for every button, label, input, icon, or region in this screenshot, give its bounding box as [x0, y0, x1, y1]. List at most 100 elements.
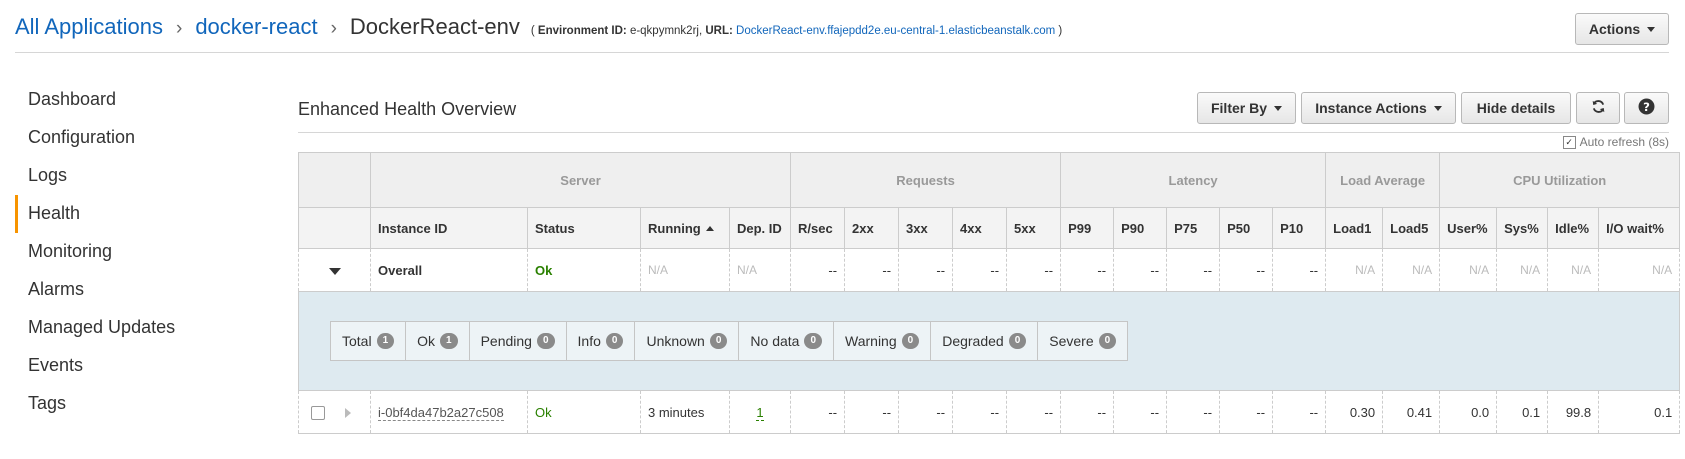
column-header-5xx[interactable]: 5xx	[1006, 207, 1062, 249]
count-degraded-label: Degraded	[942, 333, 1004, 349]
chevron-right-icon: ›	[175, 18, 183, 39]
sidebar-item-managed-updates[interactable]: Managed Updates	[15, 309, 175, 347]
instance-controls	[298, 390, 371, 434]
instance-p90: --	[1113, 390, 1168, 434]
column-header-status[interactable]: Status	[527, 207, 641, 249]
column-header-idle-pct[interactable]: Idle%	[1547, 207, 1600, 249]
column-header-dep-id[interactable]: Dep. ID	[728, 207, 792, 249]
group-header-spacer	[298, 152, 371, 208]
instance-dep-id-link[interactable]: 1	[756, 404, 764, 421]
count-pending[interactable]: Pending 0	[470, 322, 567, 360]
sidebar-item-events[interactable]: Events	[15, 347, 175, 385]
column-header-load1[interactable]: Load1	[1325, 207, 1384, 249]
refresh-button[interactable]	[1576, 92, 1620, 124]
expand-row-icon[interactable]	[344, 407, 351, 418]
instance-id-cell: i-0bf4da47b2a27c508	[370, 390, 528, 434]
instance-sys-pct: 0.1	[1496, 390, 1549, 434]
auto-refresh-checkbox[interactable]: ✓	[1562, 135, 1576, 149]
column-header-load5[interactable]: Load5	[1382, 207, 1441, 249]
overall-p10: --	[1272, 248, 1327, 292]
sidebar-item-health[interactable]: Health	[15, 195, 175, 233]
column-header-sys-pct[interactable]: Sys%	[1496, 207, 1549, 249]
instance-actions-button[interactable]: Instance Actions	[1301, 92, 1456, 124]
count-ok[interactable]: Ok 1	[406, 322, 470, 360]
count-info-label: Info	[577, 333, 601, 349]
count-severe[interactable]: Severe 0	[1038, 322, 1127, 360]
sort-ascending-icon	[705, 225, 714, 231]
overall-load5: N/A	[1382, 248, 1441, 292]
column-header-spacer	[298, 207, 371, 249]
caret-down-icon	[1274, 105, 1282, 111]
auto-refresh-toggle[interactable]: ✓ Auto refresh (8s)	[1562, 135, 1669, 149]
column-header-row: Instance ID Status Running Dep. ID R/sec…	[298, 207, 1681, 249]
filter-by-button[interactable]: Filter By	[1197, 92, 1296, 124]
sidebar-item-tags[interactable]: Tags	[15, 385, 175, 423]
overall-5xx: --	[1006, 248, 1062, 292]
count-warning-label: Warning	[845, 333, 897, 349]
count-warning-badge: 0	[901, 333, 920, 349]
column-header-2xx[interactable]: 2xx	[844, 207, 900, 249]
count-total-label: Total	[342, 333, 372, 349]
column-header-rsec[interactable]: R/sec	[790, 207, 846, 249]
column-header-running[interactable]: Running	[640, 207, 730, 249]
instance-rsec: --	[790, 390, 846, 434]
group-header-load-average: Load Average	[1325, 152, 1441, 208]
instance-2xx: --	[844, 390, 900, 434]
column-header-p75[interactable]: P75	[1166, 207, 1221, 249]
column-header-instance-id[interactable]: Instance ID	[370, 207, 528, 249]
instance-id-link[interactable]: i-0bf4da47b2a27c508	[378, 404, 504, 421]
column-header-3xx[interactable]: 3xx	[898, 207, 954, 249]
env-id-label: Environment ID:	[537, 25, 627, 37]
column-header-p99[interactable]: P99	[1060, 207, 1115, 249]
count-no-data[interactable]: No data 0	[739, 322, 835, 360]
sidebar-item-monitoring[interactable]: Monitoring	[15, 233, 175, 271]
overall-expand-toggle[interactable]	[298, 248, 371, 292]
column-header-p90[interactable]: P90	[1113, 207, 1168, 249]
overall-p99: --	[1060, 248, 1115, 292]
instance-5xx: --	[1006, 390, 1062, 434]
instance-p10: --	[1272, 390, 1327, 434]
hide-details-button[interactable]: Hide details	[1461, 92, 1571, 124]
column-header-user-pct[interactable]: User%	[1439, 207, 1498, 249]
column-header-p50[interactable]: P50	[1219, 207, 1274, 249]
column-header-p10[interactable]: P10	[1272, 207, 1327, 249]
status-counts-panel: Total 1 Ok 1 Pending 0 Info 0 Unknown 0 No da…	[297, 291, 1681, 391]
instance-dep-id-cell: 1	[728, 390, 792, 434]
instance-p75: --	[1166, 390, 1221, 434]
environment-meta: ( Environment ID: e-qkpymnk2rj, URL: Doc…	[531, 25, 1062, 37]
count-total[interactable]: Total 1	[331, 322, 407, 360]
actions-button[interactable]: Actions	[1575, 13, 1669, 45]
sidebar-item-logs[interactable]: Logs	[15, 157, 175, 195]
overall-user-pct: N/A	[1439, 248, 1498, 292]
chevron-right-icon: ›	[330, 18, 337, 39]
overall-3xx: --	[898, 248, 954, 292]
column-header-4xx[interactable]: 4xx	[952, 207, 1008, 249]
overall-4xx: --	[952, 248, 1008, 292]
count-unknown[interactable]: Unknown 0	[635, 322, 740, 360]
sidebar-item-alarms[interactable]: Alarms	[15, 271, 175, 309]
instance-status: Ok	[527, 390, 641, 434]
instance-user-pct: 0.0	[1439, 390, 1498, 434]
count-info[interactable]: Info 0	[567, 322, 636, 360]
count-degraded[interactable]: Degraded 0	[931, 322, 1039, 360]
overall-status: Ok	[527, 248, 641, 292]
sidebar-item-configuration[interactable]: Configuration	[15, 119, 175, 157]
refresh-icon	[1591, 99, 1606, 117]
column-header-running-label: Running	[648, 220, 701, 236]
count-warning[interactable]: Warning 0	[834, 322, 932, 360]
group-header-requests: Requests	[790, 152, 1062, 208]
env-url-link[interactable]: DockerReact-env.ffajepdd2e.eu-central-1.…	[736, 25, 1055, 37]
sidebar-item-dashboard[interactable]: Dashboard	[15, 81, 175, 119]
help-button[interactable]: ?	[1624, 92, 1669, 124]
instance-actions-label: Instance Actions	[1315, 100, 1427, 116]
breadcrumb-all-applications[interactable]: All Applications	[15, 14, 163, 40]
breadcrumb-application[interactable]: docker-react	[195, 14, 317, 40]
count-unknown-badge: 0	[709, 333, 728, 349]
env-url-label: URL:	[705, 25, 733, 37]
instance-running: 3 minutes	[640, 390, 730, 434]
column-header-io-wait-pct[interactable]: I/O wait%	[1598, 207, 1681, 249]
instance-4xx: --	[952, 390, 1008, 434]
breadcrumb-environment: DockerReact-env	[349, 14, 520, 39]
overall-p50: --	[1219, 248, 1274, 292]
instance-checkbox[interactable]	[311, 405, 325, 420]
